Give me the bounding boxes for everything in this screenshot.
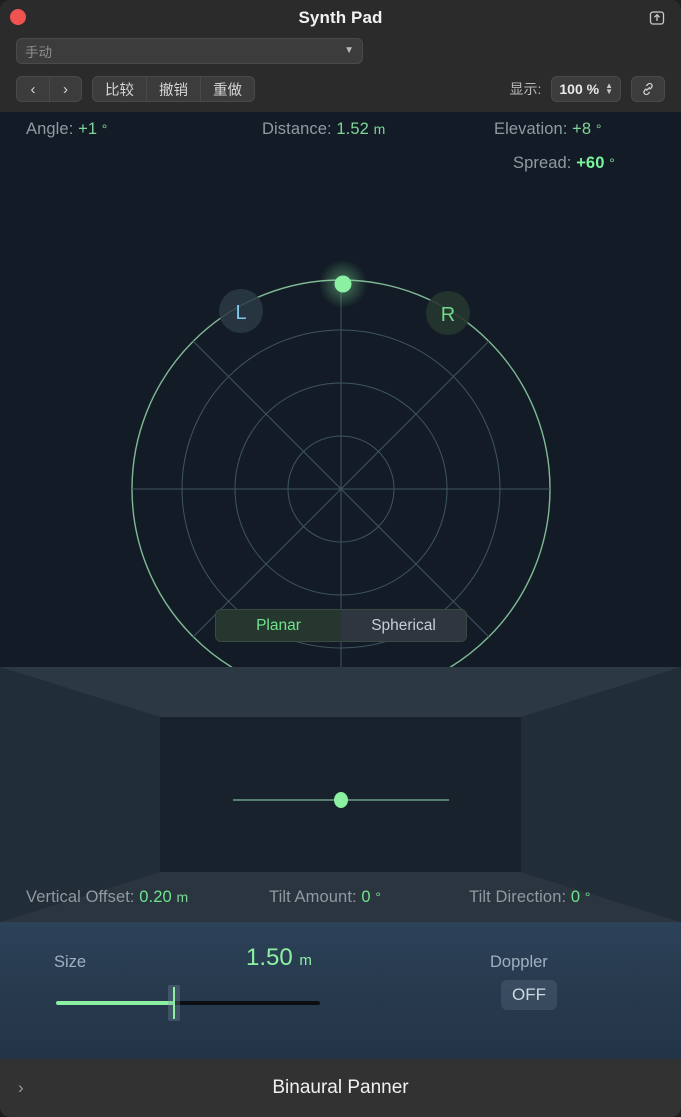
tilt-direction-readout[interactable]: Tilt Direction: 0 ° <box>469 888 591 907</box>
redo-button[interactable]: 重做 <box>200 77 254 101</box>
size-doppler-section: Size 1.50 m Doppler OFF <box>0 922 681 1059</box>
preset-select[interactable]: 手动 ▼ <box>16 38 363 64</box>
size-unit: m <box>299 952 312 969</box>
plugin-name: Binaural Panner <box>272 1077 409 1098</box>
tilt-direction-unit: ° <box>584 889 591 905</box>
tilt-amount-readout[interactable]: Tilt Amount: 0 ° <box>269 888 381 907</box>
undo-button[interactable]: 撤销 <box>146 77 200 101</box>
share-export-icon[interactable] <box>645 6 669 30</box>
doppler-toggle-button[interactable]: OFF <box>501 980 557 1010</box>
chevron-down-icon: ▼ <box>344 45 354 56</box>
plugin-footer: › Binaural Panner <box>0 1059 681 1117</box>
tilt-amount-label: Tilt Amount: <box>269 888 357 906</box>
size-slider-thumb[interactable] <box>168 985 180 1021</box>
toolbar-right-tools: 显示: 100 % ▲ ▼ <box>509 76 665 102</box>
elevation-room-view[interactable]: Vertical Offset: 0.20 m Tilt Amount: 0 °… <box>0 667 681 922</box>
room-readouts: Vertical Offset: 0.20 m Tilt Amount: 0 °… <box>0 888 681 912</box>
size-number: 1.50 <box>246 944 293 971</box>
size-label: Size <box>54 953 87 971</box>
tilt-amount-value: 0 <box>361 888 371 906</box>
size-slider[interactable] <box>56 985 320 1021</box>
command-segment: 比较 撤销 重做 <box>92 76 255 102</box>
zoom-stepper[interactable]: 100 % ▲ ▼ <box>551 76 621 102</box>
vertical-offset-value: 0.20 <box>139 888 172 906</box>
plugin-window: Synth Pad 手动 ▼ ‹ › 比较 撤销 重做 显示: 100 % ▲ … <box>0 0 681 1117</box>
zoom-value: 100 % <box>559 81 600 97</box>
vertical-offset-label: Vertical Offset: <box>26 888 135 906</box>
page-title: Synth Pad <box>298 8 383 27</box>
display-label: 显示: <box>509 81 542 97</box>
panner-display[interactable]: Angle: +1 ° Distance: 1.52 m Elevation: … <box>0 112 681 667</box>
compare-button[interactable]: 比较 <box>93 77 146 101</box>
previous-preset-button[interactable]: ‹ <box>17 77 49 101</box>
mode-planar-button[interactable]: Planar <box>216 610 341 641</box>
close-icon[interactable] <box>10 9 26 25</box>
size-slider-fill <box>56 1001 174 1005</box>
svg-text:R: R <box>441 304 455 326</box>
vertical-offset-readout[interactable]: Vertical Offset: 0.20 m <box>26 888 188 907</box>
tilt-amount-unit: ° <box>375 889 382 905</box>
chevron-right-icon[interactable]: › <box>18 1078 24 1098</box>
link-chain-icon[interactable] <box>631 76 665 102</box>
svg-text:L: L <box>235 302 246 324</box>
projection-mode-toggle: Planar Spherical <box>215 609 467 642</box>
doppler-label: Doppler <box>490 953 548 971</box>
vertical-offset-unit: m <box>176 889 189 905</box>
next-preset-button[interactable]: › <box>49 77 81 101</box>
preset-row: 手动 ▼ <box>16 36 665 64</box>
nav-segment: ‹ › <box>16 76 82 102</box>
stepper-arrows-icon[interactable]: ▲ ▼ <box>605 82 613 96</box>
mode-spherical-button[interactable]: Spherical <box>341 610 466 641</box>
title-bar: Synth Pad <box>0 0 681 36</box>
tilt-direction-value: 0 <box>570 888 581 906</box>
size-value: 1.50 m <box>246 944 312 972</box>
preset-value: 手动 <box>25 45 52 60</box>
radar-graphic[interactable]: L R <box>0 112 681 667</box>
tilt-direction-label: Tilt Direction: <box>469 888 567 906</box>
room-perspective-graphic <box>0 667 681 922</box>
plugin-toolbar: 手动 ▼ ‹ › 比较 撤销 重做 显示: 100 % ▲ ▼ <box>0 36 681 112</box>
toolbar-buttons: ‹ › 比较 撤销 重做 显示: 100 % ▲ ▼ <box>16 76 665 102</box>
